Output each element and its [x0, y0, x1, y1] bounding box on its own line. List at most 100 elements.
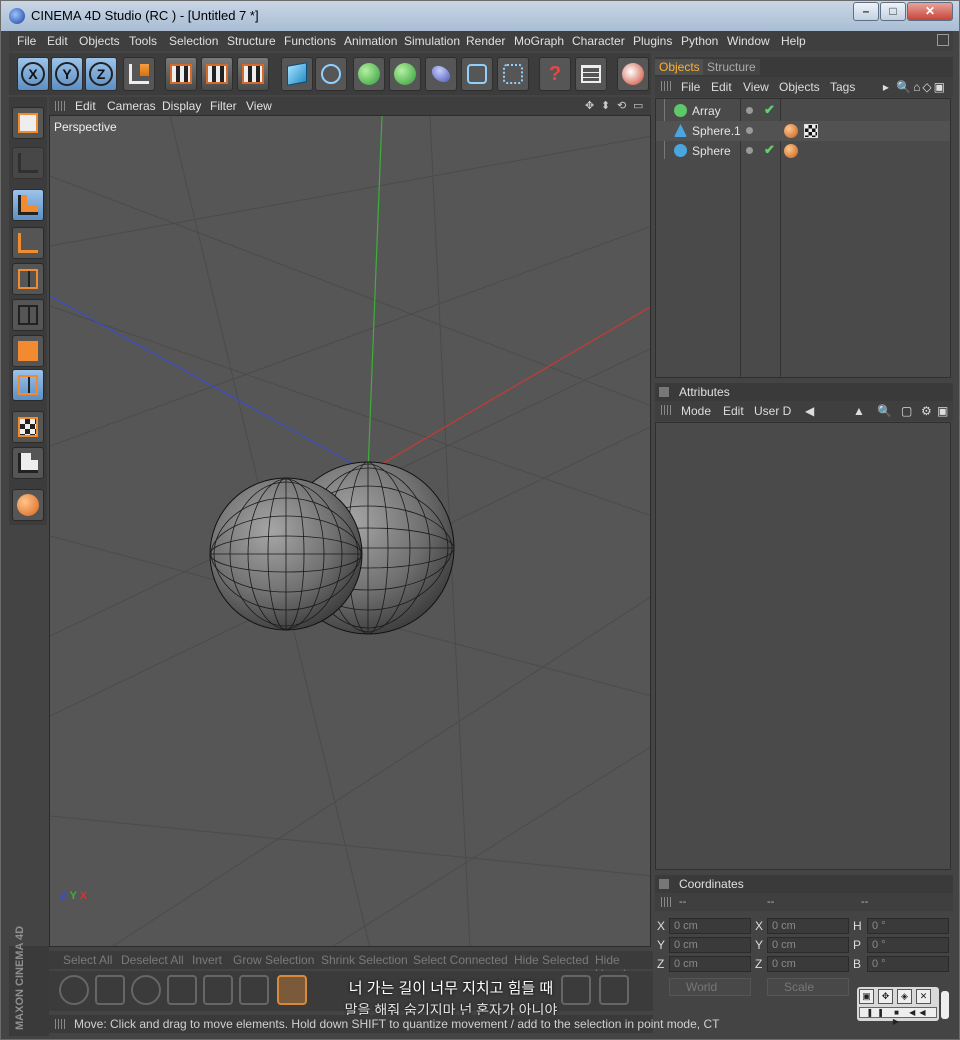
points-mode-button[interactable] [12, 263, 44, 295]
om-menu-objects[interactable]: Objects [779, 80, 820, 94]
menu-character[interactable]: Character [572, 34, 625, 48]
vp-menu-edit[interactable]: Edit [75, 99, 96, 113]
move-view-icon[interactable]: ✥ [585, 99, 597, 112]
rot-h-field[interactable]: 0 ° [867, 918, 949, 934]
pos-y-field[interactable]: 0 cm [669, 937, 751, 953]
primitives-button[interactable] [12, 489, 44, 521]
model-mode-button[interactable] [12, 107, 44, 139]
invert-button[interactable]: Invert [192, 953, 222, 967]
transport-controls[interactable]: ❚❚ ■ ◀◀ ▶ [859, 1007, 937, 1026]
grow-selection-button[interactable]: Grow Selection [233, 953, 314, 967]
brush-tool-icon[interactable] [239, 975, 269, 1005]
nurbs-button[interactable] [353, 57, 385, 91]
up-arrow-icon[interactable]: ▲ [853, 404, 865, 418]
select-connected-button[interactable]: Select Connected [413, 953, 508, 967]
menu-animation[interactable]: Animation [344, 34, 397, 48]
menu-functions[interactable]: Functions [284, 34, 336, 48]
vp-menu-filter[interactable]: Filter [210, 99, 237, 113]
deselect-all-button[interactable]: Deselect All [121, 953, 184, 967]
tab-structure[interactable]: Structure [703, 59, 760, 75]
lock-icon[interactable]: ▢ [901, 404, 912, 418]
maximize-button[interactable]: □ [880, 2, 906, 21]
pos-x-field[interactable]: 0 cm [669, 918, 751, 934]
render-view-button[interactable] [165, 57, 197, 91]
size-x-field[interactable]: 0 cm [767, 918, 849, 934]
attr-menu-mode[interactable]: Mode [681, 404, 711, 418]
menu-edit[interactable]: Edit [47, 34, 68, 48]
y-axis-lock-button[interactable]: Y [51, 57, 83, 91]
material-tag-icon[interactable] [784, 124, 798, 138]
texture-mode-button[interactable] [12, 147, 44, 179]
extrude-tool-icon[interactable] [95, 975, 125, 1005]
size-mode-dropdown[interactable]: Scale [767, 978, 849, 996]
size-z-field[interactable]: 0 cm [767, 956, 849, 972]
rot-b-field[interactable]: 0 ° [867, 956, 949, 972]
enabled-check-icon[interactable]: ✔ [764, 142, 775, 158]
edges-mode-button[interactable] [12, 299, 44, 331]
array-button[interactable] [389, 57, 421, 91]
menu-window[interactable]: Window [727, 34, 770, 48]
scene-button[interactable] [461, 57, 493, 91]
hide-selected-button[interactable]: Hide Selected [514, 953, 589, 967]
record-icon[interactable]: ▣ [859, 989, 874, 1004]
tweak-mode-button[interactable] [12, 369, 44, 401]
object-row-sphere-1[interactable]: Sphere.1 [656, 121, 950, 141]
menu-plugins[interactable]: Plugins [633, 34, 672, 48]
tab-objects[interactable]: Objects [655, 59, 704, 75]
cube-object-button[interactable] [281, 57, 313, 91]
spline-button[interactable] [315, 57, 347, 91]
rot-p-field[interactable]: 0 ° [867, 937, 949, 953]
polygons-mode-button[interactable] [12, 335, 44, 367]
object-mode-button[interactable] [12, 189, 44, 221]
menu-simulation[interactable]: Simulation [404, 34, 460, 48]
back-arrow-icon[interactable]: ◀ [805, 404, 814, 418]
panel-collapse-icon[interactable] [659, 879, 669, 889]
menu-tools[interactable]: Tools [129, 34, 157, 48]
new-panel-icon[interactable]: ▣ [937, 404, 948, 418]
object-row-sphere[interactable]: Sphere ✔ [656, 141, 950, 161]
menu-help[interactable]: Help [781, 34, 806, 48]
menu-objects[interactable]: Objects [79, 34, 120, 48]
rotate-view-icon[interactable]: ⟲ [617, 99, 629, 112]
om-toolbar-icons[interactable]: ▸ 🔍⌂◇▣ [883, 80, 947, 94]
attr-menu-edit[interactable]: Edit [723, 404, 744, 418]
deformer-button[interactable] [425, 57, 457, 91]
enabled-check-icon[interactable]: ✔ [764, 102, 775, 118]
render-button[interactable] [617, 57, 649, 91]
menu-mograph[interactable]: MoGraph [514, 34, 564, 48]
object-row-array[interactable]: Array ✔ [656, 101, 950, 121]
menu-render[interactable]: Render [466, 34, 505, 48]
material-tag-icon[interactable] [784, 144, 798, 158]
om-menu-tags[interactable]: Tags [830, 80, 855, 94]
om-menu-view[interactable]: View [743, 80, 769, 94]
layout-button[interactable] [575, 57, 607, 91]
vp-menu-cameras[interactable]: Cameras [107, 99, 156, 113]
workplane-button[interactable] [12, 411, 44, 443]
perspective-viewport[interactable]: Perspective Z Y X [49, 115, 651, 947]
close-button[interactable]: ✕ [907, 2, 953, 21]
x-axis-lock-button[interactable]: X [17, 57, 49, 91]
render-settings-button[interactable] [237, 57, 269, 91]
close-icon[interactable]: ✕ [916, 989, 931, 1004]
coordinate-space-dropdown[interactable]: World [669, 978, 751, 996]
menu-file[interactable]: File [17, 34, 36, 48]
side-scroll-handle[interactable] [941, 991, 949, 1019]
menu-selection[interactable]: Selection [169, 34, 218, 48]
menu-python[interactable]: Python [681, 34, 718, 48]
attr-menu-user-data[interactable]: User D [754, 404, 791, 418]
zoom-view-icon[interactable]: ⬍ [601, 99, 613, 112]
knife-tool-icon[interactable] [203, 975, 233, 1005]
visibility-dot[interactable] [746, 127, 753, 134]
bevel-tool-icon[interactable] [131, 975, 161, 1005]
vp-menu-view[interactable]: View [246, 99, 272, 113]
om-menu-file[interactable]: File [681, 80, 700, 94]
minimize-button[interactable]: – [853, 2, 879, 21]
layout-config-icon[interactable] [937, 34, 949, 46]
ring-tool-icon[interactable] [59, 975, 89, 1005]
size-y-field[interactable]: 0 cm [767, 937, 849, 953]
keyframe-icon[interactable]: ◈ [897, 989, 912, 1004]
select-all-button[interactable]: Select All [63, 953, 112, 967]
uv-button[interactable] [12, 447, 44, 479]
mograph-button[interactable] [497, 57, 529, 91]
render-picture-viewer-button[interactable] [201, 57, 233, 91]
